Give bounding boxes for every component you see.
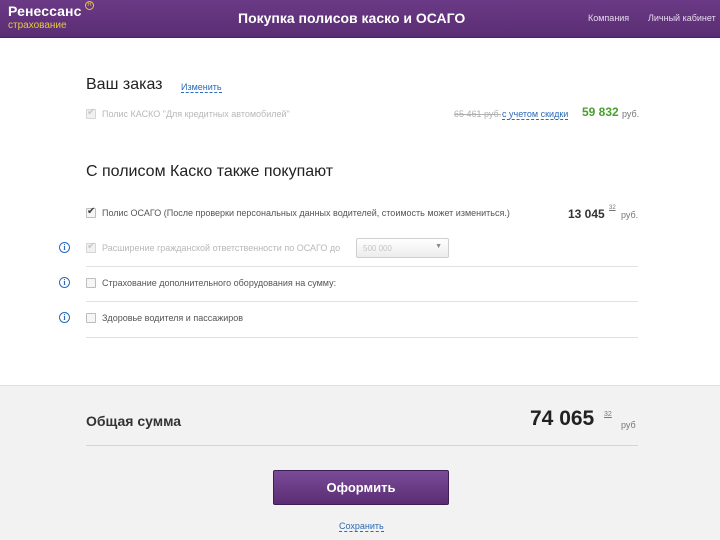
divider: [86, 301, 638, 302]
divider: [86, 337, 638, 338]
total-value: 74 065: [530, 407, 595, 430]
kasko-checkbox: [86, 107, 96, 119]
osago-checkbox[interactable]: [86, 206, 96, 218]
also-buy-title: С полисом Каско также покупают: [86, 163, 334, 180]
kasko-price-unit: руб.: [622, 109, 640, 119]
divider: [86, 445, 638, 446]
nav-company-link[interactable]: Компания: [588, 13, 629, 23]
osago-price-kopecks: 32: [609, 205, 616, 211]
osago-price-unit: руб.: [621, 210, 639, 220]
divider: [86, 266, 638, 267]
summary-panel: Общая сумма 74 065 32 руб Оформить Сохра…: [0, 385, 720, 540]
nav-account-link[interactable]: Личный кабинет: [648, 13, 716, 23]
logo-sub-text: страхование: [8, 20, 67, 31]
total-unit: руб: [621, 420, 636, 430]
liability-extension-label: Расширение гражданской ответственности п…: [102, 243, 341, 253]
liability-amount-value: 500 000: [363, 244, 392, 253]
kasko-discount-link[interactable]: с учетом скидки: [502, 109, 569, 120]
chevron-down-icon: ▼: [435, 243, 442, 250]
equipment-insurance-checkbox[interactable]: [86, 278, 96, 288]
kasko-price: 59 832: [582, 105, 619, 119]
osago-price: 13 045: [568, 207, 605, 221]
liability-extension-checkbox: [86, 241, 96, 253]
kasko-label: Полис КАСКО "Для кредитных автомобилей": [102, 109, 290, 119]
health-insurance-label: Здоровье водителя и пассажиров: [102, 313, 244, 323]
liability-amount-select[interactable]: 500 000 ▼: [356, 238, 449, 258]
order-edit-link[interactable]: Изменить: [181, 82, 222, 93]
total-kopecks: 32: [604, 411, 612, 418]
order-title: Ваш заказ: [86, 76, 163, 93]
info-icon[interactable]: i: [59, 242, 70, 253]
osago-label: Полис ОСАГО (После проверки персональных…: [102, 208, 510, 218]
save-link[interactable]: Сохранить: [339, 521, 384, 532]
info-icon[interactable]: i: [59, 277, 70, 288]
total-label: Общая сумма: [86, 413, 182, 429]
page-title: Покупка полисов каско и ОСАГО: [238, 10, 466, 26]
checkout-button[interactable]: Оформить: [273, 470, 449, 505]
logo-registered-icon: R: [85, 1, 94, 10]
info-icon[interactable]: i: [59, 312, 70, 323]
order-content: Ваш заказ Изменить Полис КАСКО "Для кред…: [0, 39, 720, 385]
health-insurance-checkbox[interactable]: [86, 313, 96, 323]
header: Ренессанс R страхование Покупка полисов …: [0, 0, 720, 38]
logo-main-text: Ренессанс: [8, 3, 82, 19]
equipment-insurance-label: Страхование дополнительного оборудования…: [102, 278, 337, 288]
logo[interactable]: Ренессанс R страхование: [8, 1, 94, 31]
kasko-old-price: 65 461 руб.: [454, 109, 502, 119]
